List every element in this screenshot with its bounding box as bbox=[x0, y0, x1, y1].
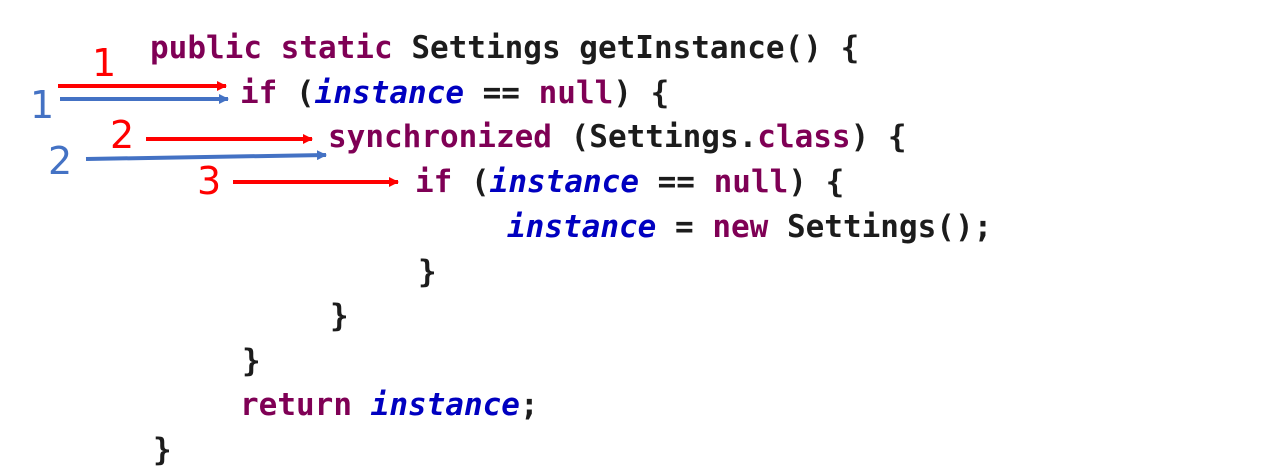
blue-arrow-2 bbox=[85, 150, 327, 161]
arrows-layer bbox=[58, 81, 399, 187]
